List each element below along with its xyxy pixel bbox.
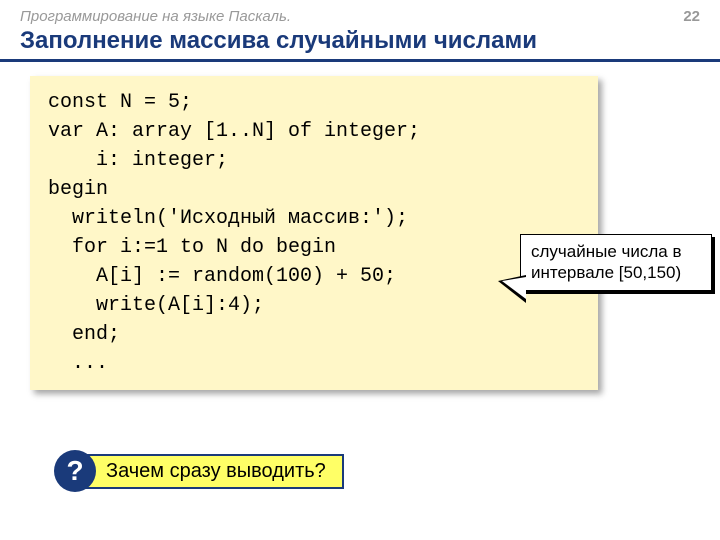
code-line: for i:=1 to N do begin — [48, 236, 336, 259]
callout-box: случайные числа в интервале [50,150) — [520, 234, 712, 291]
code-line: const N = 5; — [48, 91, 192, 114]
title-rule — [0, 59, 720, 62]
code-line: end; — [48, 323, 120, 346]
code-block: const N = 5; var A: array [1..N] of inte… — [30, 76, 598, 390]
callout-line: случайные числа в — [531, 241, 701, 262]
code-line: ... — [48, 352, 108, 375]
page-number: 22 — [683, 8, 700, 25]
code-line: A[i] := random(100) + 50; — [48, 265, 396, 288]
code-line: write(A[i]:4); — [48, 294, 264, 317]
code-line: i: integer; — [48, 149, 228, 172]
question-text: Зачем сразу выводить? — [82, 454, 344, 489]
breadcrumb: Программирование на языке Паскаль. — [20, 8, 683, 25]
header-bar: Программирование на языке Паскаль. 22 — [0, 0, 720, 25]
callout-pointer-fill — [502, 277, 526, 299]
page-title: Заполнение массива случайными числами — [0, 25, 720, 59]
code-line: writeln('Исходный массив:'); — [48, 207, 408, 230]
question-row: ? Зачем сразу выводить? — [54, 450, 344, 492]
question-icon: ? — [54, 450, 96, 492]
code-line: var A: array [1..N] of integer; — [48, 120, 420, 143]
callout-line: интервале [50,150) — [531, 262, 701, 283]
code-line: begin — [48, 178, 108, 201]
